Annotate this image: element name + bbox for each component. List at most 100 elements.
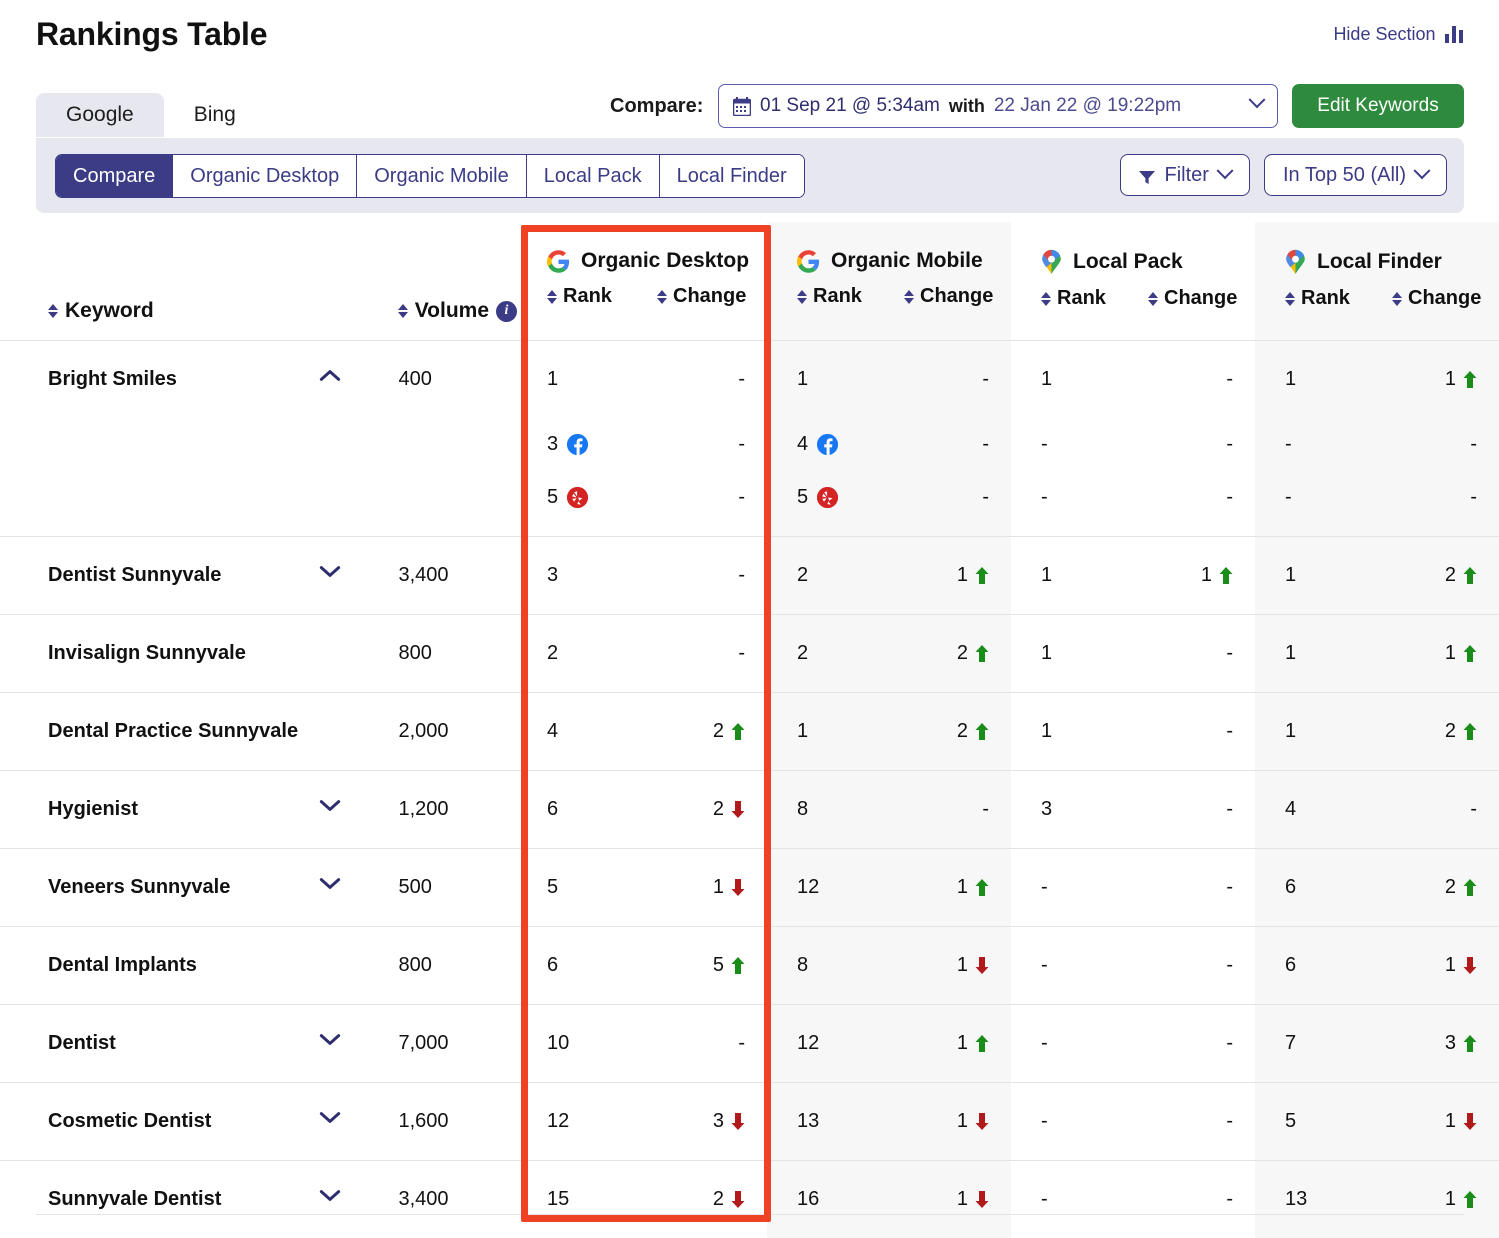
change-value: - xyxy=(1226,954,1233,976)
rank-line: 73 xyxy=(1285,1005,1499,1082)
google-icon xyxy=(547,249,570,273)
group-label-organic-mobile: Organic Mobile xyxy=(831,249,983,272)
table-row[interactable]: Hygienist 1,200 6 2 8-3-4- xyxy=(0,770,1499,848)
rank-line: 12 xyxy=(1285,537,1499,614)
cell-group-organic-desktop: 2- xyxy=(517,615,767,692)
sort-icon xyxy=(1148,291,1158,306)
change-value: - xyxy=(738,486,745,508)
cell-group-organic-desktop: 10 - xyxy=(517,1005,767,1082)
rank-value: 8 xyxy=(797,954,809,976)
chevron-down-icon[interactable] xyxy=(318,565,342,578)
rank-value: - xyxy=(1285,486,1292,508)
volume-value: 1,600 xyxy=(398,1110,449,1132)
arrow-up-icon xyxy=(731,723,745,740)
header-cell-rank[interactable]: Rank xyxy=(547,285,657,308)
change-header-label: Change xyxy=(673,285,747,307)
hide-section-button[interactable]: Hide Section xyxy=(1333,24,1463,45)
arrow-down-icon xyxy=(731,801,745,818)
sort-icon xyxy=(657,289,667,304)
view-tab-local-pack[interactable]: Local Pack xyxy=(526,155,660,197)
rank-value: - xyxy=(1041,433,1048,455)
table-row[interactable]: Dentist Sunnyvale 3,400 3-2 1 1 1 1 2 xyxy=(0,536,1499,614)
rank-line: 12 xyxy=(1285,693,1499,770)
page-header: Rankings Table Hide Section xyxy=(0,0,1499,70)
cell-group-local-finder: 61 xyxy=(1255,927,1499,1004)
filter-button[interactable]: Filter xyxy=(1119,154,1250,196)
rank-line: 1- xyxy=(1041,341,1255,418)
rank-value: 2 xyxy=(797,564,809,586)
header-cell-volume[interactable]: Volume i xyxy=(342,222,517,340)
change-value: - xyxy=(1226,720,1233,742)
view-tab-local-finder[interactable]: Local Finder xyxy=(659,155,804,197)
chevron-down-icon[interactable] xyxy=(318,1111,342,1124)
header-cell-change[interactable]: Change xyxy=(1148,287,1255,310)
page-title: Rankings Table xyxy=(36,16,268,52)
change-value: 3 xyxy=(657,1110,767,1133)
table-body: Bright Smiles 400 1-3-5-1-4-5-1- - - - -1 1- - - -… xyxy=(0,340,1499,1238)
header-cell-keyword[interactable]: Keyword xyxy=(0,222,342,340)
keyword-header-label: Keyword xyxy=(65,299,154,322)
chevron-down-icon[interactable] xyxy=(318,1189,342,1202)
table-row[interactable]: Veneers Sunnyvale 500 5 1 12 1- -6 2 xyxy=(0,848,1499,926)
rank-line: 11 xyxy=(1041,537,1255,614)
rank-line: 12 1 xyxy=(797,849,1011,926)
table-row[interactable]: Invisalign Sunnyvale 800 2-2 2 1-1 1 xyxy=(0,614,1499,692)
volume-header-label: Volume xyxy=(414,299,489,322)
header-cell-rank[interactable]: Rank xyxy=(1285,287,1392,310)
table-header-row: Keyword Volume i Organic Desktop Rank Ch… xyxy=(0,222,1499,340)
rank-value: 4 xyxy=(797,433,904,456)
rank-header-label: Rank xyxy=(1301,287,1350,309)
rank-line: 13 1 xyxy=(797,1083,1011,1160)
change-value: - xyxy=(1226,1110,1233,1132)
table-row[interactable]: Dental Practice Sunnyvale 2,000 4 2 1 2 1-1 2 xyxy=(0,692,1499,770)
rank-value: 1 xyxy=(1285,368,1297,390)
chevron-down-icon[interactable] xyxy=(318,799,342,812)
info-icon[interactable]: i xyxy=(496,300,517,322)
view-tab-organic-mobile[interactable]: Organic Mobile xyxy=(357,155,527,197)
rank-line: 13 1 xyxy=(1285,1161,1499,1238)
header-cell-rank[interactable]: Rank xyxy=(1041,287,1148,310)
cell-group-local-finder: 12 xyxy=(1255,693,1499,770)
chevron-down-icon[interactable] xyxy=(318,877,342,890)
keyword-label: Dentist Sunnyvale xyxy=(48,564,222,586)
edit-keywords-button[interactable]: Edit Keywords xyxy=(1292,84,1464,128)
table-row[interactable]: Dentist 7,000 10-12 1- -7 3 xyxy=(0,1004,1499,1082)
rank-value: 5 xyxy=(547,876,559,898)
table-row[interactable]: Dental Implants 800 6 5 8 1- -6 1 xyxy=(0,926,1499,1004)
rank-line: 22 xyxy=(797,615,1011,692)
header-cell-rank[interactable]: Rank xyxy=(797,285,904,308)
rank-value: 10 xyxy=(547,1032,570,1054)
change-value: - xyxy=(738,564,745,586)
top-rank-filter-button[interactable]: In Top 50 (All) xyxy=(1263,154,1447,196)
table-row[interactable]: Cosmetic Dentist 1,600 12 3 13 1- -5 1 xyxy=(0,1082,1499,1160)
view-toolbar: Compare Organic Desktop Organic Mobile L… xyxy=(36,138,1464,213)
table-row[interactable]: Bright Smiles 400 1-3-5-1-4-5-1- - - - -1 1- - - - xyxy=(0,340,1499,536)
sort-icon xyxy=(1041,291,1051,306)
rank-value: 4 xyxy=(1285,798,1297,820)
chevron-down-icon[interactable] xyxy=(318,1033,342,1046)
rank-line: 12 3 xyxy=(547,1083,767,1160)
engine-tab-google[interactable]: Google xyxy=(36,93,164,137)
compare-date-range-picker[interactable]: 01 Sep 21 @ 5:34am with 22 Jan 22 @ 19:2… xyxy=(718,84,1278,128)
chevron-up-icon[interactable] xyxy=(318,369,342,382)
rank-value: 5 xyxy=(547,486,657,509)
engine-tab-bing[interactable]: Bing xyxy=(164,93,266,137)
header-cell-change[interactable]: Change xyxy=(904,285,1011,308)
top-rank-filter-label: In Top 50 (All) xyxy=(1282,163,1406,186)
sort-icon xyxy=(547,289,557,304)
rank-value: 4 xyxy=(547,720,559,742)
rank-line: -- xyxy=(1041,1005,1255,1082)
view-tab-compare[interactable]: Compare xyxy=(56,155,174,197)
date-from-value: 01 Sep 21 @ 5:34am xyxy=(760,95,940,116)
google-maps-pin-icon xyxy=(1285,249,1306,275)
view-tab-organic-desktop[interactable]: Organic Desktop xyxy=(173,155,358,197)
change-value: - xyxy=(1470,798,1477,820)
table-row[interactable]: Sunnyvale Dentist 3,400 15 2 16 1- -13 1 xyxy=(0,1160,1499,1238)
header-cell-change[interactable]: Change xyxy=(1392,287,1499,310)
header-cell-change[interactable]: Change xyxy=(657,285,767,308)
rank-value: 2 xyxy=(797,642,809,664)
change-value: 2 xyxy=(1392,564,1499,587)
rank-value: 16 xyxy=(797,1188,820,1210)
keyword-label: Cosmetic Dentist xyxy=(48,1110,212,1132)
change-value: - xyxy=(982,433,989,455)
